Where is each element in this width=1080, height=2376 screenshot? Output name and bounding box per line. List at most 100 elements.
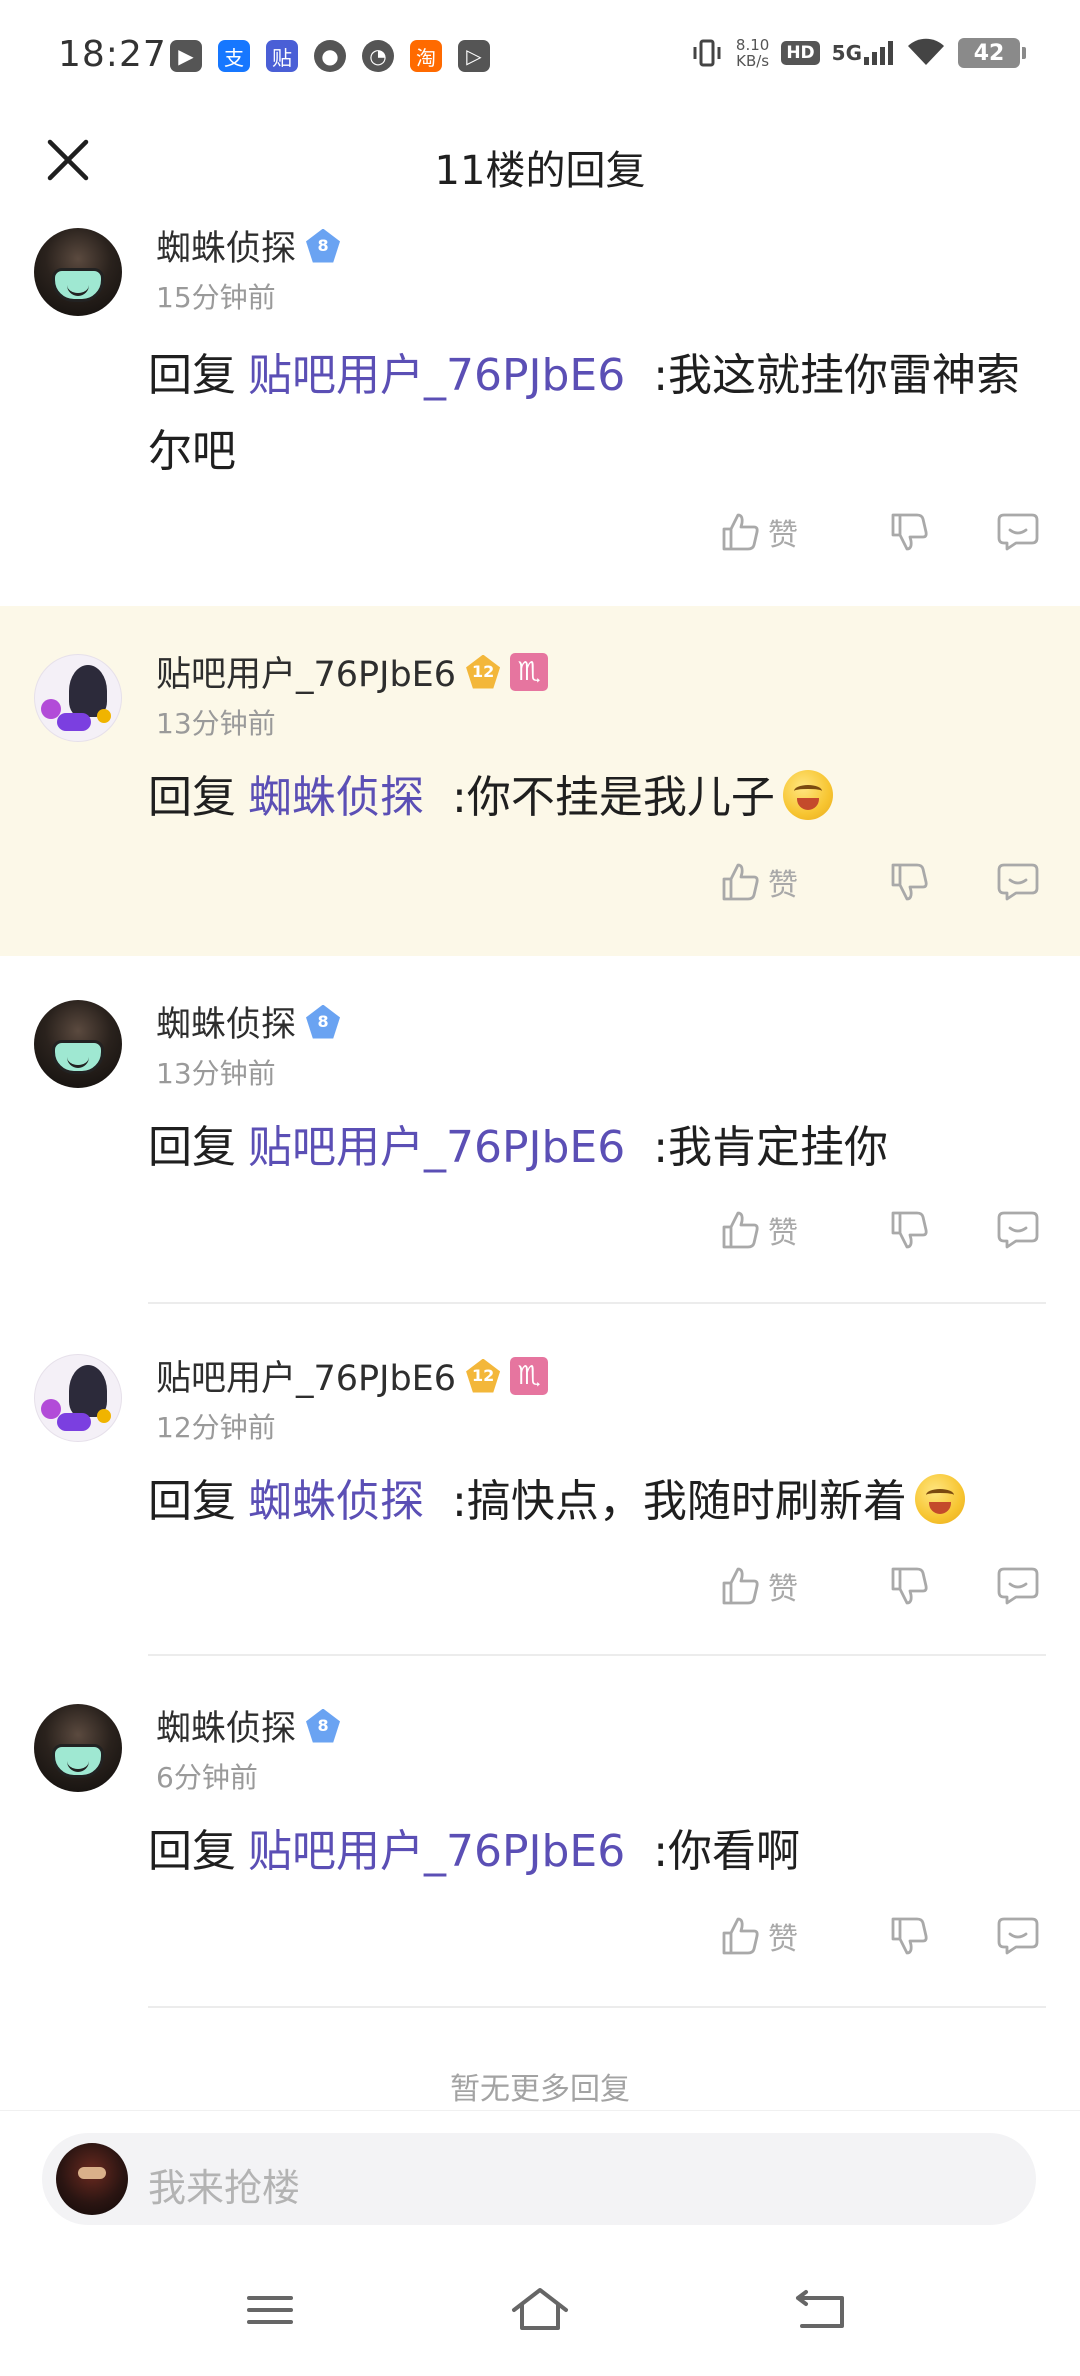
dislike-button[interactable] (860, 1915, 960, 1957)
reply-content: 回复 贴吧用户_76PJbE6:你看啊 (148, 1826, 801, 1877)
action-row: 赞 (720, 1564, 1040, 1608)
level-badge: 8 (306, 228, 341, 263)
divider (148, 1654, 1046, 1656)
wifi-icon (908, 38, 944, 65)
level-badge: 12 (466, 1358, 501, 1393)
input-placeholder: 我来抢楼 (148, 2166, 301, 2210)
reply-item: 蜘蛛侦探 8 15分钟前 回复 贴吧用户_76PJbE6:我这就挂你雷神索尔吧 赞 (0, 220, 1080, 600)
alipay-icon: 支 (218, 40, 250, 72)
comment-icon (997, 513, 1039, 551)
like-button[interactable]: 赞 (720, 1208, 840, 1252)
thumbs-up-icon (722, 1567, 759, 1605)
back-icon (796, 2290, 844, 2328)
back-button[interactable] (785, 2280, 855, 2340)
video-icon: ▷ (458, 40, 490, 72)
dislike-button[interactable] (860, 1565, 960, 1607)
reply-target-link[interactable]: 贴吧用户_76PJbE6 (248, 1826, 625, 1877)
divider (148, 1302, 1046, 1304)
user-avatar (56, 2143, 128, 2215)
reply-item: 蜘蛛侦探 8 6分钟前 回复 贴吧用户_76PJbE6:你看啊 赞 (0, 1700, 1080, 2010)
timestamp: 6分钟前 (156, 1761, 258, 1794)
menu-button[interactable] (235, 2280, 305, 2340)
thumbs-down-icon (891, 1567, 928, 1605)
username[interactable]: 贴吧用户_76PJbE6 12 ♏ (156, 1350, 549, 1401)
reply-target-link[interactable]: 贴吧用户_76PJbE6 (248, 1122, 625, 1173)
compass-icon: ◔ (362, 40, 394, 72)
action-row: 赞 (720, 860, 1040, 904)
scorpio-icon: ♏ (510, 1356, 549, 1395)
reply-content: 回复 蜘蛛侦探:你不挂是我儿子 (148, 760, 1028, 836)
notification-icons: ▶ 支 贴 ● ◔ 淘 ▷ (170, 40, 490, 72)
comment-icon (997, 1567, 1039, 1605)
reply-button[interactable] (980, 861, 1040, 903)
dislike-button[interactable] (860, 511, 960, 553)
signal-icon: 5G (832, 41, 894, 65)
dislike-button[interactable] (860, 861, 960, 903)
timestamp: 12分钟前 (156, 1411, 276, 1444)
hd-badge: HD (781, 41, 820, 65)
comment-icon (997, 1917, 1039, 1955)
dislike-button[interactable] (860, 1209, 960, 1251)
action-row: 赞 (720, 1208, 1040, 1252)
like-button[interactable]: 赞 (720, 1914, 840, 1958)
comment-icon (997, 863, 1039, 901)
home-button[interactable] (505, 2280, 575, 2340)
reply-content: 回复 贴吧用户_76PJbE6:我这就挂你雷神索尔吧 (148, 350, 1021, 477)
avatar[interactable] (34, 1354, 122, 1442)
comment-icon (997, 1211, 1039, 1249)
thumbs-down-icon (891, 863, 928, 901)
comment-input-bar: 我来抢楼 (0, 2110, 1080, 2230)
reply-item-highlighted: 贴吧用户_76PJbE6 12 ♏ 13分钟前 回复 蜘蛛侦探:你不挂是我儿子 赞 (0, 606, 1080, 956)
divider (148, 2006, 1046, 2008)
reply-button[interactable] (980, 1209, 1040, 1251)
laughing-emoji-icon (782, 770, 833, 820)
action-row: 赞 (720, 1914, 1040, 1958)
username[interactable]: 蜘蛛侦探 8 (156, 220, 341, 271)
laughing-emoji-icon (914, 1474, 965, 1524)
like-button[interactable]: 赞 (720, 510, 840, 554)
thumbs-up-icon (722, 863, 759, 901)
timestamp: 13分钟前 (156, 1057, 276, 1090)
reply-target-link[interactable]: 蜘蛛侦探 (248, 1476, 424, 1527)
username[interactable]: 蜘蛛侦探 8 (156, 996, 341, 1047)
system-nav-bar (0, 2250, 1080, 2376)
reply-content: 回复 贴吧用户_76PJbE6:我肯定挂你 (148, 1122, 889, 1173)
reply-button[interactable] (980, 1565, 1040, 1607)
reply-button[interactable] (980, 1915, 1040, 1957)
no-more-replies: 暂无更多回复 (450, 2072, 630, 2107)
avatar[interactable] (34, 654, 122, 742)
thumbs-up-icon (722, 1917, 759, 1955)
thumbs-down-icon (891, 1917, 928, 1955)
thumbs-up-icon (722, 1211, 759, 1249)
menu-icon (247, 2296, 293, 2324)
status-bar: 18:27 ▶ 支 贴 ● ◔ 淘 ▷ 8.10 KB/s HD 5G 42 (0, 0, 1080, 110)
comment-input[interactable]: 我来抢楼 (42, 2133, 1036, 2225)
thumbs-up-icon (722, 513, 759, 551)
status-time: 18:27 (58, 34, 167, 75)
vibrate-icon (693, 39, 721, 67)
taobao-icon: 淘 (410, 40, 442, 72)
message-icon: ● (314, 40, 346, 72)
username[interactable]: 蜘蛛侦探 8 (156, 1700, 341, 1751)
reply-target-link[interactable]: 贴吧用户_76PJbE6 (248, 350, 625, 401)
action-row: 赞 (720, 510, 1040, 554)
like-button[interactable]: 赞 (720, 860, 840, 904)
reply-item: 蜘蛛侦探 8 13分钟前 回复 贴吧用户_76PJbE6:我肯定挂你 赞 (0, 996, 1080, 1306)
home-icon (512, 2288, 568, 2330)
like-button[interactable]: 赞 (720, 1564, 840, 1608)
reply-button[interactable] (980, 511, 1040, 553)
system-status: 8.10 KB/s HD 5G 42 (690, 36, 1026, 70)
reply-item: 贴吧用户_76PJbE6 12 ♏ 12分钟前 回复 蜘蛛侦探:搞快点，我随时刷新… (0, 1350, 1080, 1660)
username[interactable]: 贴吧用户_76PJbE6 12 ♏ (156, 646, 549, 697)
timestamp: 13分钟前 (156, 707, 276, 740)
avatar[interactable] (34, 1704, 122, 1792)
thumbs-down-icon (891, 513, 928, 551)
app-icon-1: ▶ (170, 40, 202, 72)
header: 11楼的回复 (0, 110, 1080, 220)
level-badge: 12 (466, 654, 501, 689)
level-badge: 8 (306, 1004, 341, 1039)
avatar[interactable] (34, 1000, 122, 1088)
thumbs-down-icon (891, 1211, 928, 1249)
reply-target-link[interactable]: 蜘蛛侦探 (248, 772, 424, 823)
avatar[interactable] (34, 228, 122, 316)
